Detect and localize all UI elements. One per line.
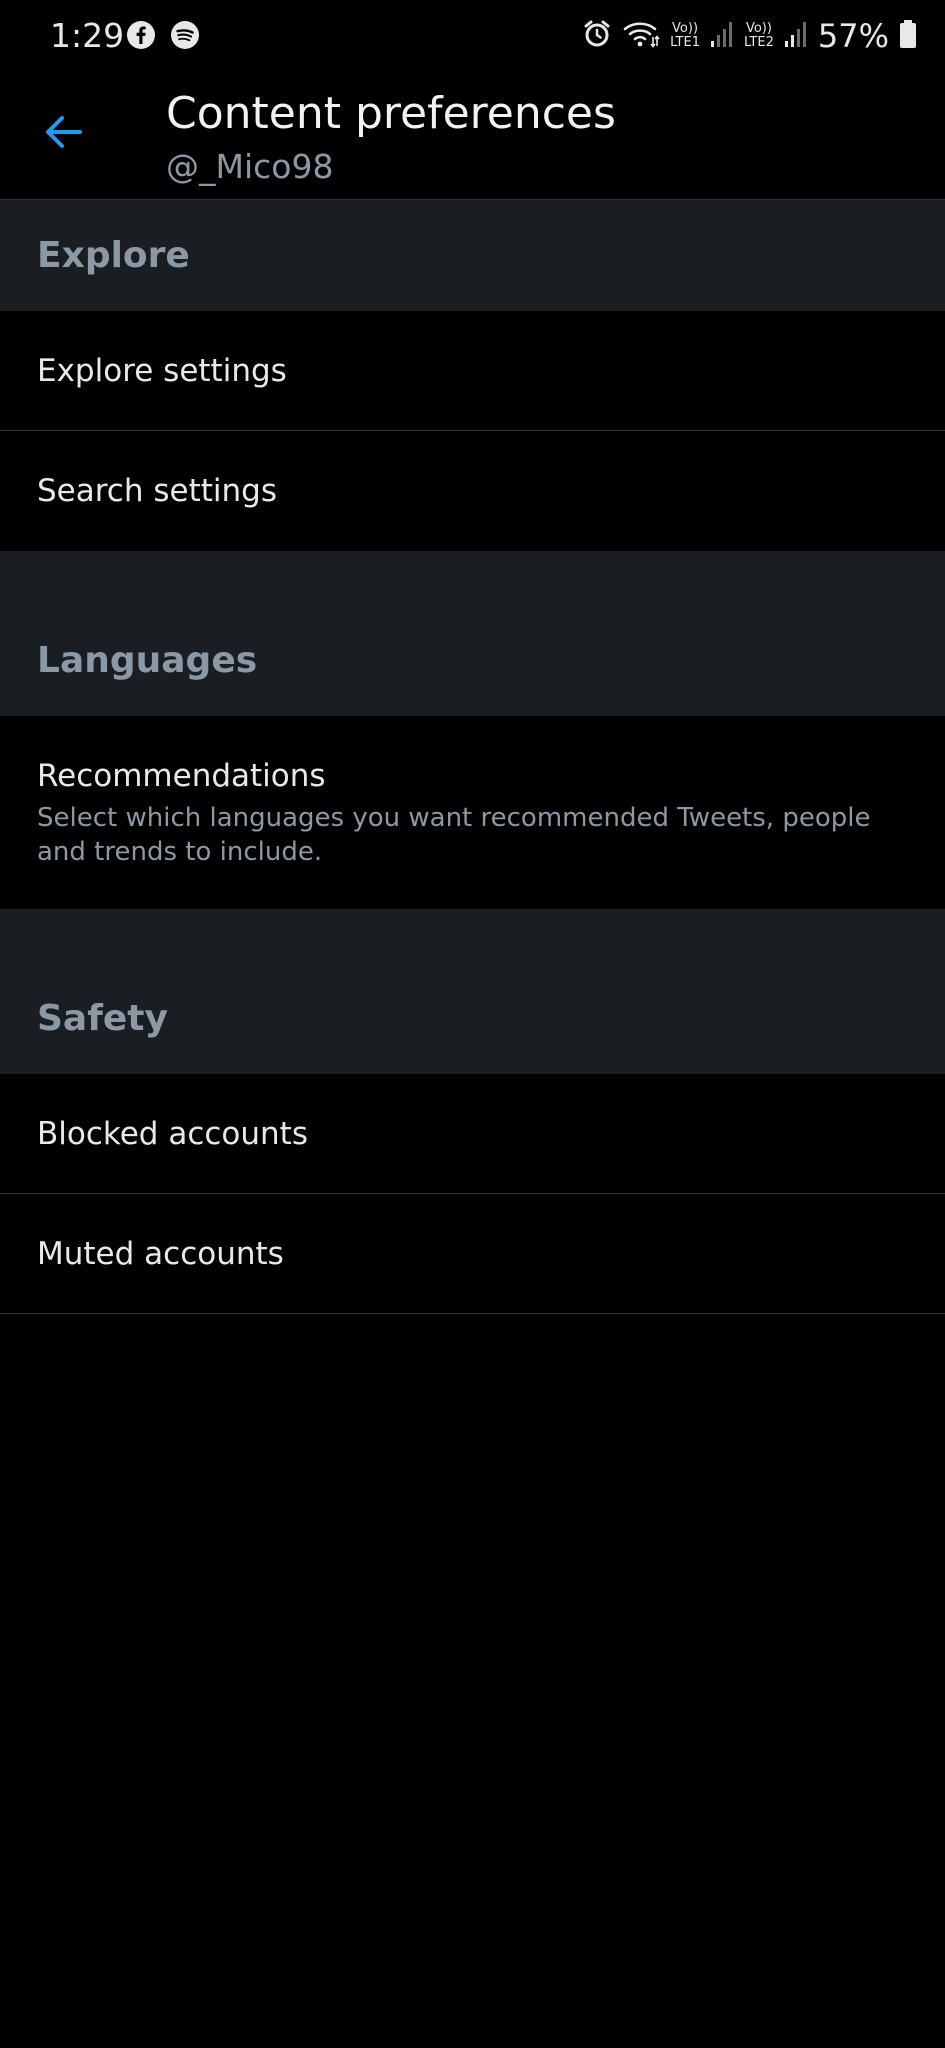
row-label: Explore settings bbox=[37, 353, 287, 389]
row-search-settings[interactable]: Search settings bbox=[0, 431, 945, 551]
back-button[interactable] bbox=[32, 100, 96, 164]
signal-icon bbox=[710, 19, 734, 53]
status-right-icons: Vo)) LTE1 Vo)) LTE2 57% bbox=[582, 14, 917, 58]
battery-icon bbox=[899, 19, 917, 53]
section-header-safety: Safety bbox=[0, 909, 945, 1074]
section-header-explore: Explore bbox=[0, 200, 945, 311]
lte1-top: Vo)) bbox=[672, 21, 699, 36]
row-description: Select which languages you want recommen… bbox=[37, 803, 871, 867]
status-time: 1:29 bbox=[50, 16, 125, 55]
account-handle: @_Mico98 bbox=[166, 147, 334, 186]
app-header: Content preferences @_Mico98 bbox=[0, 72, 945, 200]
row-muted-accounts[interactable]: Muted accounts bbox=[0, 1194, 945, 1314]
row-label: Recommendations bbox=[37, 758, 326, 794]
signal-icon bbox=[784, 19, 808, 53]
alarm-icon bbox=[582, 19, 612, 53]
section-header-languages: Languages bbox=[0, 551, 945, 716]
wifi-icon bbox=[622, 19, 660, 53]
section-title-languages: Languages bbox=[37, 640, 258, 681]
page-title: Content preferences bbox=[166, 88, 616, 139]
lte2-top: Vo)) bbox=[745, 21, 772, 36]
spotify-icon bbox=[170, 20, 200, 54]
lte2-bottom: LTE2 bbox=[743, 35, 774, 50]
arrow-left-icon bbox=[46, 116, 82, 148]
battery-percent: 57% bbox=[817, 17, 889, 55]
row-label: Search settings bbox=[37, 473, 277, 509]
row-label: Blocked accounts bbox=[37, 1116, 308, 1152]
facebook-icon bbox=[126, 20, 156, 54]
row-blocked-accounts[interactable]: Blocked accounts bbox=[0, 1074, 945, 1194]
lte1-indicator: Vo)) LTE1 bbox=[670, 22, 700, 50]
lte2-indicator: Vo)) LTE2 bbox=[744, 22, 774, 50]
row-label: Muted accounts bbox=[37, 1236, 284, 1272]
row-explore-settings[interactable]: Explore settings bbox=[0, 311, 945, 431]
section-title-safety: Safety bbox=[37, 998, 168, 1039]
lte1-bottom: LTE1 bbox=[670, 35, 700, 50]
status-bar: 1:29 Vo)) LTE1 Vo)) LTE2 57% bbox=[0, 0, 945, 72]
section-title-explore: Explore bbox=[37, 235, 190, 276]
row-recommendations[interactable]: Recommendations Select which languages y… bbox=[0, 716, 945, 909]
